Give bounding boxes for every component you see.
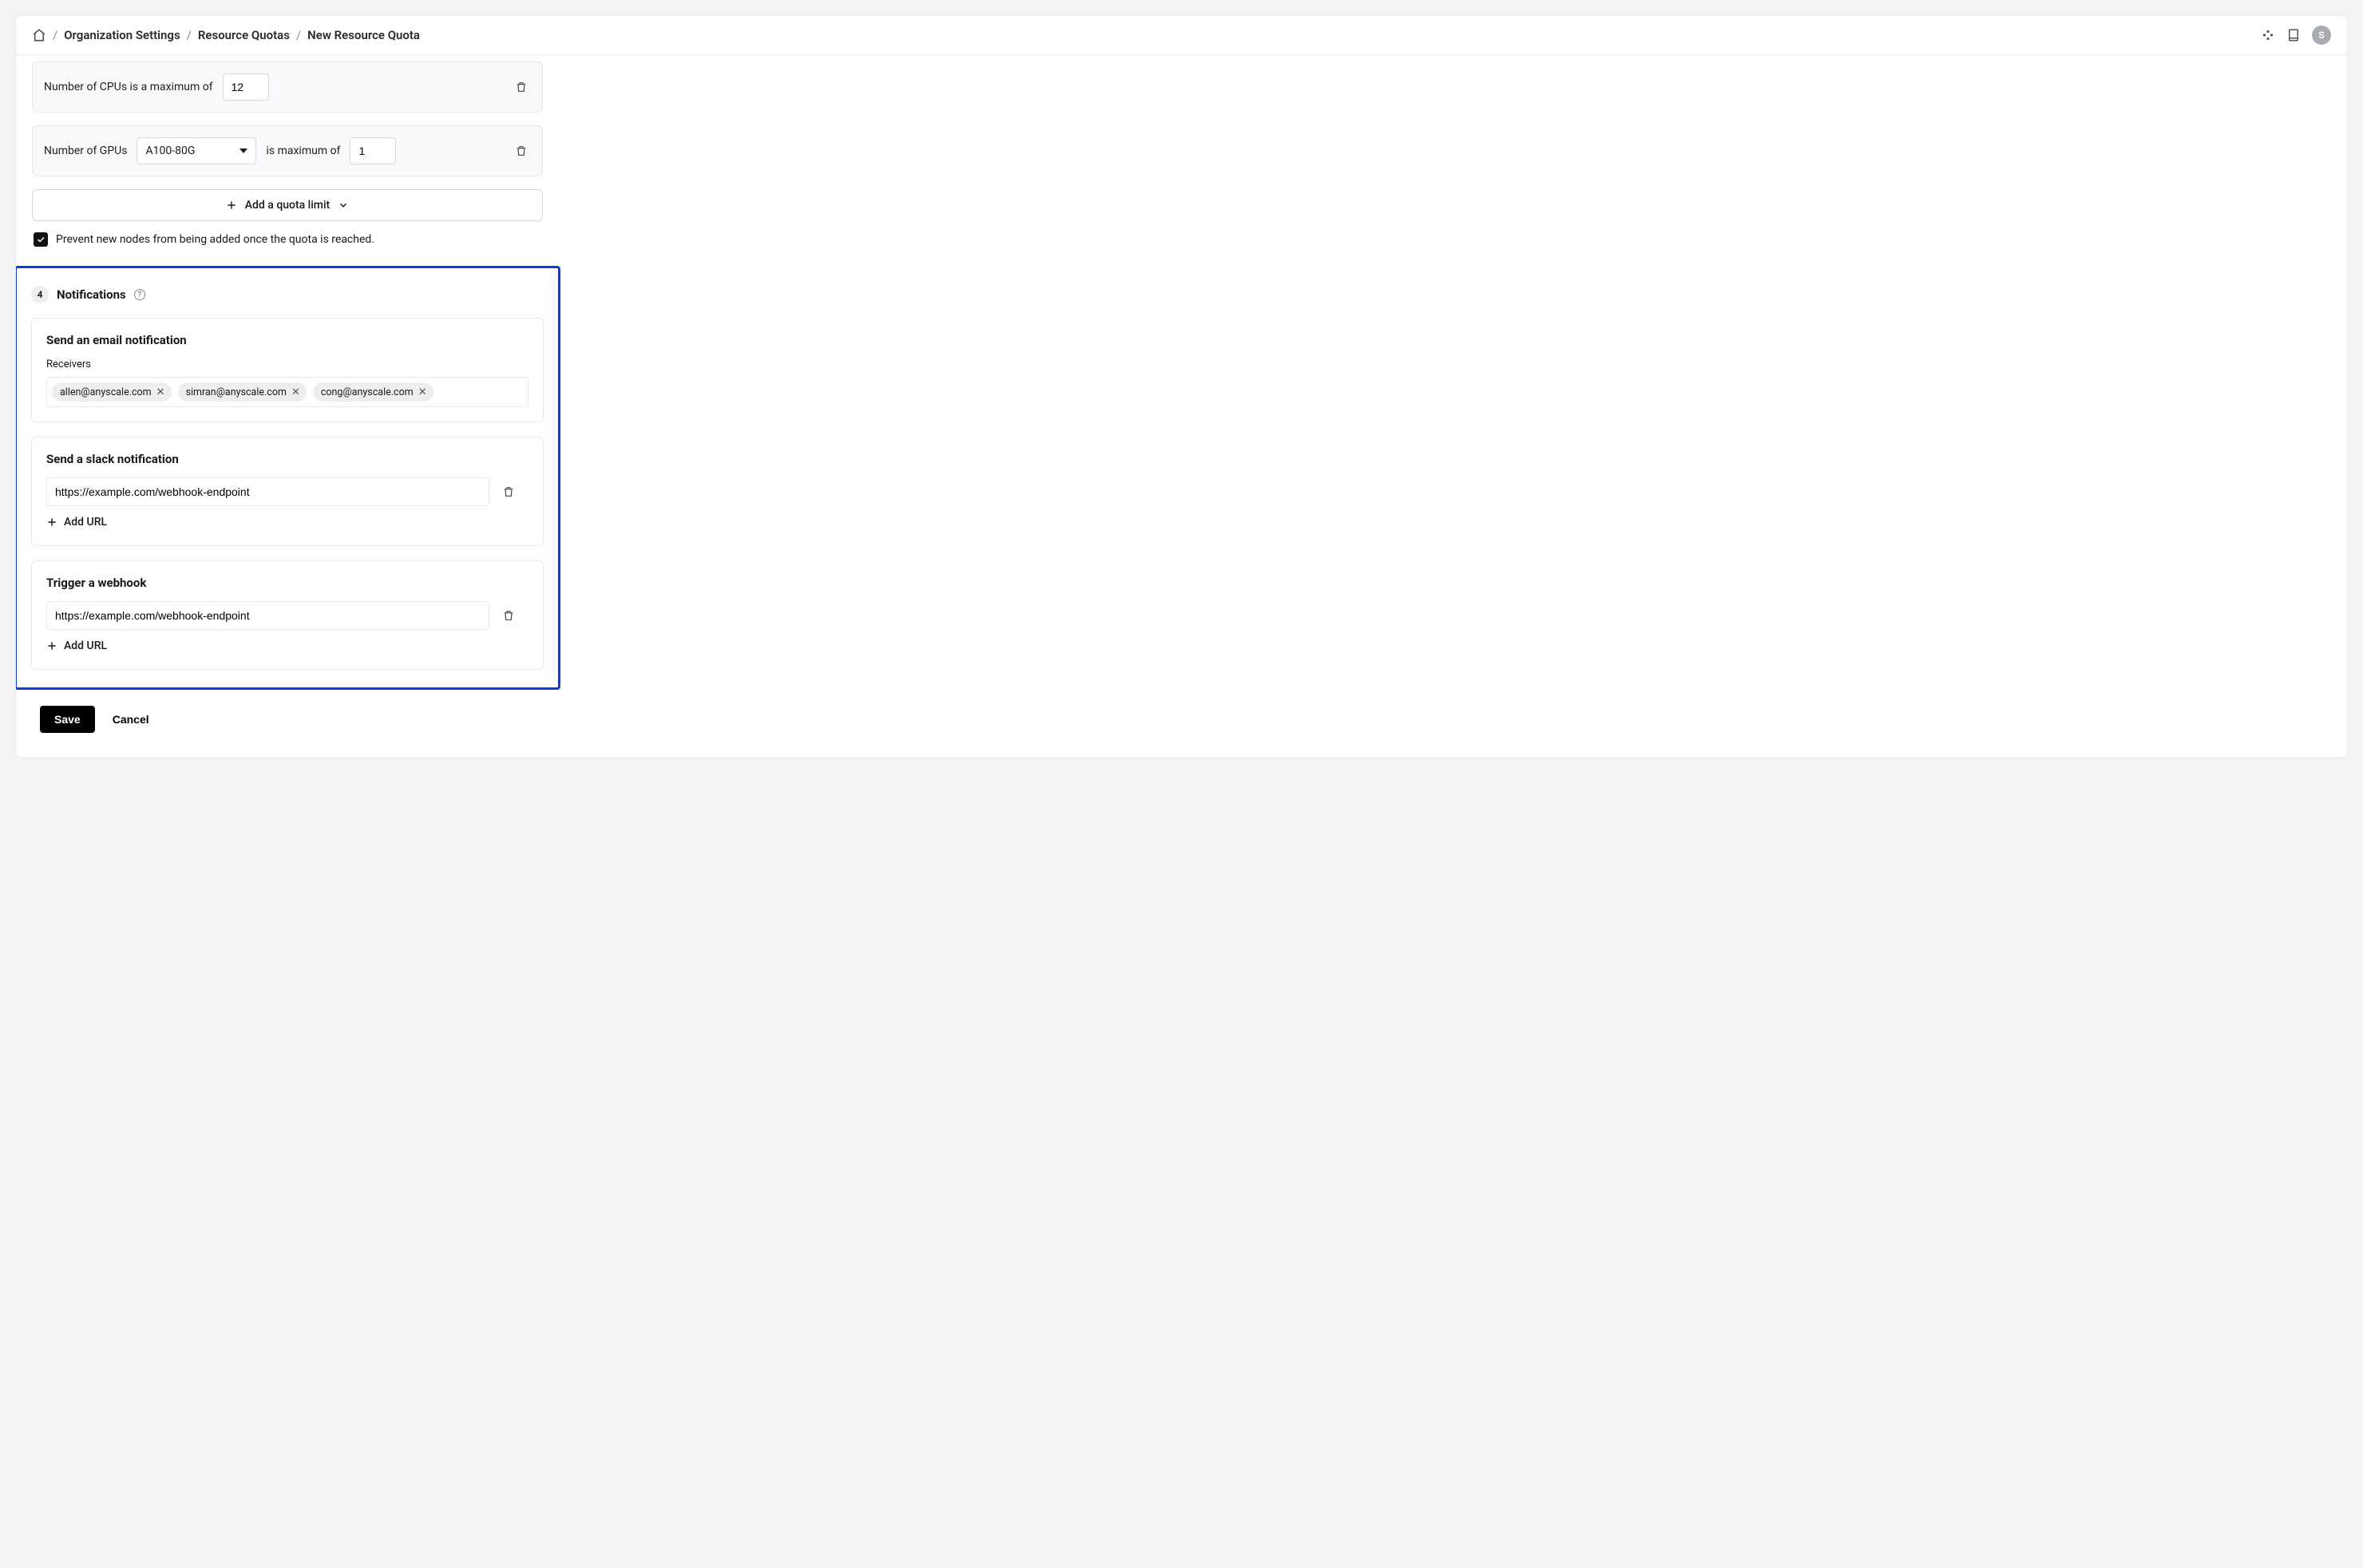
prevent-nodes-checkbox[interactable]: [34, 232, 48, 247]
webhook-notification-card: Trigger a webhook Add URL: [31, 560, 544, 670]
gpu-quota-input[interactable]: [350, 137, 396, 164]
add-webhook-url-label: Add URL: [64, 639, 107, 652]
step-badge: 4: [31, 286, 49, 303]
receiver-tag: cong@anyscale.com ✕: [313, 382, 433, 402]
webhook-url-row: [46, 601, 528, 630]
chevron-down-icon: [338, 200, 349, 211]
notifications-section: 4 Notifications ? Send an email notifica…: [16, 266, 560, 690]
remove-receiver-icon[interactable]: ✕: [156, 387, 165, 398]
receiver-email: allen@anyscale.com: [60, 386, 152, 398]
breadcrumb-org-settings[interactable]: Organization Settings: [64, 28, 180, 42]
page-header: / Organization Settings / Resource Quota…: [16, 16, 2347, 55]
gpu-quota-suffix: is maximum of: [266, 145, 340, 157]
gpu-quota-prefix: Number of GPUs: [44, 145, 127, 157]
add-slack-url-button[interactable]: Add URL: [46, 516, 107, 529]
header-actions: S: [2261, 26, 2331, 45]
quota-row-cpu: Number of CPUs is a maximum of: [32, 61, 543, 113]
delete-gpu-quota[interactable]: [512, 141, 531, 160]
check-icon: [36, 235, 46, 244]
help-icon[interactable]: ?: [134, 289, 145, 300]
save-button[interactable]: Save: [40, 706, 95, 733]
slack-icon[interactable]: [2261, 28, 2275, 42]
cpu-quota-input[interactable]: [223, 73, 269, 101]
delete-slack-url[interactable]: [499, 482, 518, 501]
gpu-type-select[interactable]: A100-80G: [137, 137, 256, 164]
plus-icon: [46, 640, 57, 651]
gpu-type-value: A100-80G: [145, 145, 195, 157]
breadcrumb-new-resource-quota[interactable]: New Resource Quota: [307, 28, 420, 42]
cancel-button[interactable]: Cancel: [113, 713, 149, 726]
add-slack-url-label: Add URL: [64, 516, 107, 529]
slack-url-row: [46, 477, 528, 506]
receiver-tag: allen@anyscale.com ✕: [52, 382, 172, 402]
breadcrumb-resource-quotas[interactable]: Resource Quotas: [198, 28, 290, 42]
prevent-nodes-label: Prevent new nodes from being added once …: [56, 233, 374, 246]
email-notification-card: Send an email notification Receivers all…: [31, 318, 544, 422]
quota-row-gpu: Number of GPUs A100-80G is maximum of: [32, 125, 543, 176]
delete-webhook-url[interactable]: [499, 606, 518, 625]
email-card-title: Send an email notification: [46, 333, 528, 347]
footer-buttons: Save Cancel: [32, 706, 543, 741]
remove-receiver-icon[interactable]: ✕: [418, 387, 427, 398]
form-column: Number of CPUs is a maximum of Number of…: [32, 61, 543, 741]
slack-card-title: Send a slack notification: [46, 452, 528, 466]
receivers-label: Receivers: [46, 358, 528, 370]
add-quota-label: Add a quota limit: [245, 199, 330, 212]
caret-down-icon: [239, 147, 247, 155]
home-icon[interactable]: [32, 28, 46, 42]
receivers-input[interactable]: allen@anyscale.com ✕ simran@anyscale.com…: [46, 377, 528, 407]
notifications-header: 4 Notifications ?: [31, 286, 544, 303]
remove-receiver-icon[interactable]: ✕: [291, 387, 300, 398]
docs-icon[interactable]: [2286, 28, 2301, 42]
content: Number of CPUs is a maximum of Number of…: [16, 61, 2347, 757]
slack-notification-card: Send a slack notification Add URL: [31, 437, 544, 546]
receiver-email: simran@anyscale.com: [186, 386, 287, 398]
receiver-tag: simran@anyscale.com ✕: [178, 382, 307, 402]
prevent-nodes-row: Prevent new nodes from being added once …: [32, 232, 543, 247]
add-webhook-url-button[interactable]: Add URL: [46, 639, 107, 652]
webhook-url-input[interactable]: [46, 601, 489, 630]
slack-url-input[interactable]: [46, 477, 489, 506]
plus-icon: [46, 517, 57, 528]
cpu-quota-label: Number of CPUs is a maximum of: [44, 81, 213, 93]
add-quota-limit-button[interactable]: Add a quota limit: [32, 189, 543, 221]
breadcrumb: / Organization Settings / Resource Quota…: [32, 28, 420, 42]
delete-cpu-quota[interactable]: [512, 77, 531, 97]
receiver-email: cong@anyscale.com: [321, 386, 414, 398]
webhook-card-title: Trigger a webhook: [46, 576, 528, 590]
app-window: / Organization Settings / Resource Quota…: [16, 16, 2347, 757]
avatar[interactable]: S: [2312, 26, 2331, 45]
notifications-title: Notifications: [57, 287, 126, 302]
plus-icon: [226, 200, 237, 211]
